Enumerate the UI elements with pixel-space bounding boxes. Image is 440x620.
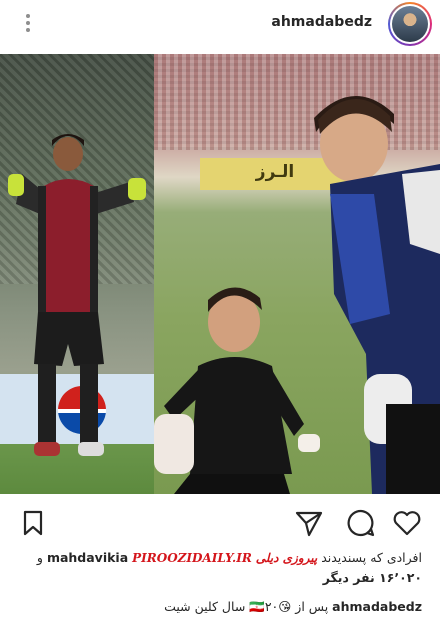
watermark-logo-fa: پیروزی دیلی bbox=[255, 551, 318, 565]
liked-by-and: و bbox=[36, 550, 43, 565]
adult-and-child-figures bbox=[154, 95, 440, 494]
post-author-username[interactable]: ahmadabedz bbox=[271, 14, 372, 30]
share-icon[interactable] bbox=[294, 508, 324, 538]
caption-username[interactable]: ahmadabedz bbox=[332, 599, 422, 614]
post-header: ahmadabedz bbox=[0, 0, 440, 52]
post-caption: ahmadabedz پس از 😘🇮🇷۲۰ سال کلین شیت bbox=[0, 597, 440, 616]
avatar[interactable] bbox=[388, 2, 432, 46]
likes-count[interactable]: ۱۶٬۰۲۰ نفر دیگر bbox=[18, 568, 422, 587]
comment-icon[interactable] bbox=[346, 508, 376, 538]
post-image[interactable]: الـرز bbox=[0, 54, 440, 494]
likes-line-1: افرادی که پسندیدند پیروزی دیلی PIROOZIDA… bbox=[18, 548, 422, 568]
heart-icon[interactable] bbox=[392, 508, 422, 538]
goalkeeper-figure-left bbox=[8, 134, 146, 456]
watermark-logo: PIROOZIDAILY.IR bbox=[132, 551, 252, 565]
liked-by-username[interactable]: mahdavikia bbox=[47, 550, 128, 565]
caption-text: پس از 😘🇮🇷۲۰ سال کلین شیت bbox=[164, 599, 329, 614]
liked-by-prefix: افرادی که پسندیدند bbox=[321, 550, 422, 565]
bookmark-icon[interactable] bbox=[18, 508, 48, 538]
action-bar bbox=[0, 500, 440, 544]
likes-summary: افرادی که پسندیدند پیروزی دیلی PIROOZIDA… bbox=[0, 548, 440, 587]
more-vertical-icon[interactable] bbox=[22, 12, 34, 34]
